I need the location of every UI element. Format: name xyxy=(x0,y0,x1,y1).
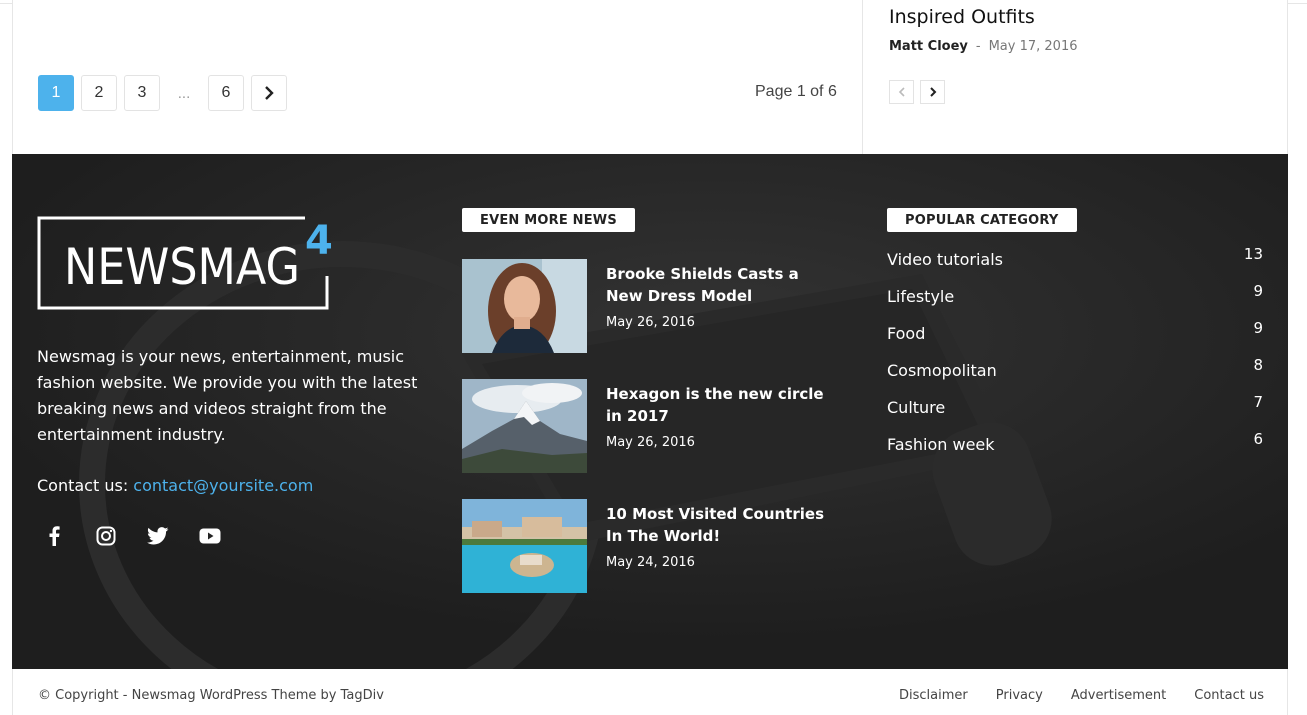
logo-number: 4 xyxy=(305,218,333,264)
news-thumbnail-portrait[interactable] xyxy=(462,259,587,353)
column-divider xyxy=(862,0,863,154)
pagination-ellipsis: ... xyxy=(177,84,191,102)
contact-email-link[interactable]: contact@yoursite.com xyxy=(133,476,313,495)
copyright-text: © Copyright - Newsmag WordPress Theme by… xyxy=(38,688,384,703)
category-name: Culture xyxy=(887,398,946,417)
chevron-left-icon xyxy=(898,87,905,97)
category-name: Lifestyle xyxy=(887,287,955,306)
sidebar-post-title[interactable]: Inspired Outfits xyxy=(889,6,1035,28)
page-button-3[interactable]: 3 xyxy=(124,75,160,111)
news-thumbnail-mountain[interactable] xyxy=(462,379,587,473)
newsmag-logo[interactable]: NEWSMAG 4 xyxy=(37,216,337,311)
footer-link-privacy[interactable]: Privacy xyxy=(996,688,1043,703)
category-count: 6 xyxy=(1253,430,1263,448)
footer-contact: Contact us: contact@yoursite.com xyxy=(37,476,313,495)
meta-separator: - xyxy=(975,39,981,54)
chevron-right-icon xyxy=(929,87,936,97)
footer-link-disclaimer[interactable]: Disclaimer xyxy=(899,688,968,703)
news-item: Hexagon is the new circle in 2017 May 26… xyxy=(462,379,842,473)
category-name: Video tutorials xyxy=(887,250,1003,269)
pagination: 1 2 3 ... 6 xyxy=(38,75,287,111)
social-icons xyxy=(42,524,222,548)
news-date: May 24, 2016 xyxy=(606,555,695,570)
news-item: 10 Most Visited Countries In The World! … xyxy=(462,499,842,593)
footer-menu: Disclaimer Privacy Advertisement Contact… xyxy=(899,688,1264,703)
category-item-video-tutorials[interactable]: Video tutorials 13 xyxy=(887,245,1263,287)
category-item-lifestyle[interactable]: Lifestyle 9 xyxy=(887,282,1263,324)
news-date: May 26, 2016 xyxy=(606,435,695,450)
page-indicator: Page 1 of 6 xyxy=(755,83,837,100)
category-item-food[interactable]: Food 9 xyxy=(887,319,1263,361)
facebook-icon[interactable] xyxy=(42,524,66,548)
news-title-link[interactable]: 10 Most Visited Countries In The World! xyxy=(606,503,836,547)
page-button-2[interactable]: 2 xyxy=(81,75,117,111)
chevron-right-icon xyxy=(265,86,274,100)
page: 1 2 3 ... 6 Page 1 of 6 Inspired Outfits… xyxy=(0,0,1307,715)
prev-button[interactable] xyxy=(889,80,914,104)
category-count: 7 xyxy=(1253,393,1263,411)
twitter-icon[interactable] xyxy=(146,524,170,548)
contact-label: Contact us: xyxy=(37,476,129,495)
footer-about-text: Newsmag is your news, entertainment, mus… xyxy=(37,347,418,444)
category-list: Video tutorials 13 Lifestyle 9 Food 9 Co… xyxy=(887,245,1263,472)
category-name: Cosmopolitan xyxy=(887,361,997,380)
category-name: Fashion week xyxy=(887,435,995,454)
category-name: Food xyxy=(887,324,926,343)
category-item-cosmopolitan[interactable]: Cosmopolitan 8 xyxy=(887,356,1263,398)
category-count: 8 xyxy=(1253,356,1263,374)
footer-link-contact-us[interactable]: Contact us xyxy=(1194,688,1264,703)
page-button-6[interactable]: 6 xyxy=(208,75,244,111)
category-count: 9 xyxy=(1253,319,1263,337)
sidebar-pager xyxy=(889,80,945,104)
even-more-news-heading: EVEN MORE NEWS xyxy=(462,208,635,232)
footer-link-advertisement[interactable]: Advertisement xyxy=(1071,688,1166,703)
instagram-icon[interactable] xyxy=(94,524,118,548)
category-count: 9 xyxy=(1253,282,1263,300)
youtube-icon[interactable] xyxy=(198,524,222,548)
post-date: May 17, 2016 xyxy=(988,39,1078,54)
sidebar-post-meta: Matt Cloey - May 17, 2016 xyxy=(889,39,1078,54)
footer: NEWSMAG 4 Newsmag is your news, entertai… xyxy=(12,154,1288,669)
category-count: 13 xyxy=(1243,245,1263,263)
news-thumbnail-resort[interactable] xyxy=(462,499,587,593)
news-title-link[interactable]: Hexagon is the new circle in 2017 xyxy=(606,383,836,427)
category-item-culture[interactable]: Culture 7 xyxy=(887,393,1263,435)
logo-text: NEWSMAG xyxy=(64,238,300,296)
content-area: 1 2 3 ... 6 Page 1 of 6 Inspired Outfits… xyxy=(12,0,1288,154)
page-button-1[interactable]: 1 xyxy=(38,75,74,111)
category-item-fashion-week[interactable]: Fashion week 6 xyxy=(887,430,1263,472)
news-item: Brooke Shields Casts a New Dress Model M… xyxy=(462,259,842,353)
post-author[interactable]: Matt Cloey xyxy=(889,39,968,54)
news-title-link[interactable]: Brooke Shields Casts a New Dress Model xyxy=(606,263,836,307)
news-date: May 26, 2016 xyxy=(606,315,695,330)
next-page-button[interactable] xyxy=(251,75,287,111)
next-button[interactable] xyxy=(920,80,945,104)
popular-category-heading: POPULAR CATEGORY xyxy=(887,208,1077,232)
sub-footer: © Copyright - Newsmag WordPress Theme by… xyxy=(12,669,1288,715)
